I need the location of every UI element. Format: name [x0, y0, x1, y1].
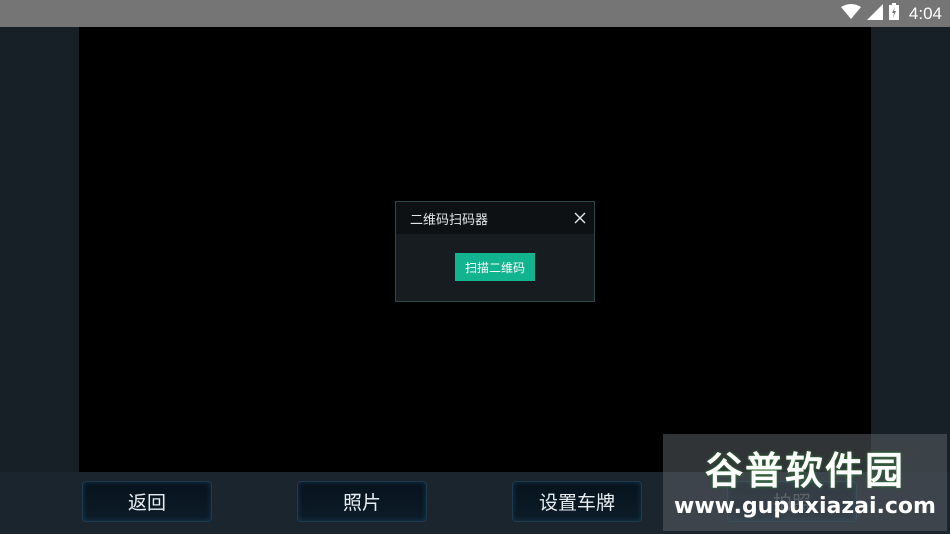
watermark: 谷普软件园 www.gupuxiazai.com	[663, 434, 947, 531]
status-icons: 4:04	[840, 0, 942, 27]
clock: 4:04	[908, 3, 942, 23]
watermark-brand: 谷普软件园	[704, 449, 905, 493]
watermark-url: www.gupuxiazai.com	[674, 494, 936, 519]
wifi-icon	[840, 3, 861, 24]
dialog-header: 二维码扫码器	[396, 202, 594, 234]
battery-icon	[888, 3, 899, 24]
status-bar: 4:04	[0, 0, 950, 27]
set-plate-button[interactable]: 设置车牌	[512, 481, 642, 522]
dialog-title: 二维码扫码器	[410, 212, 489, 228]
qr-scanner-dialog: 二维码扫码器 扫描二维码	[395, 201, 595, 302]
close-icon[interactable]	[566, 202, 594, 234]
back-button[interactable]: 返回	[82, 481, 212, 522]
photos-button[interactable]: 照片	[297, 481, 427, 522]
signal-icon	[866, 3, 883, 24]
scan-qr-button[interactable]: 扫描二维码	[455, 253, 535, 281]
dialog-body: 扫描二维码	[396, 234, 594, 301]
